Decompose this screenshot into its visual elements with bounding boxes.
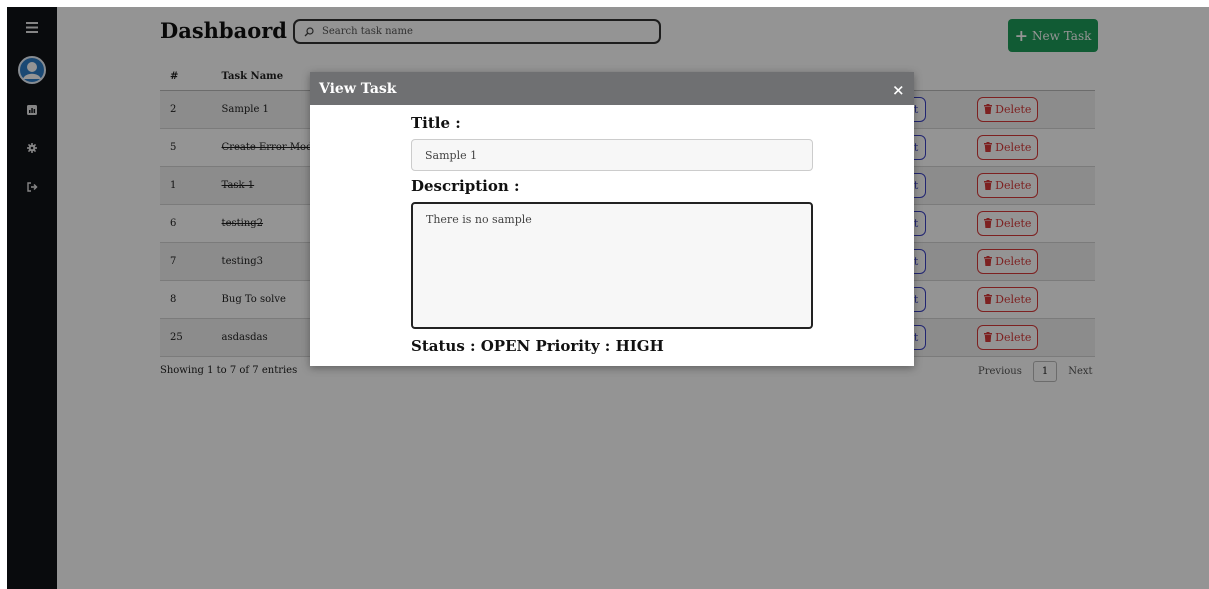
description-label: Description : (411, 177, 520, 195)
description-field[interactable]: There is no sample (411, 202, 813, 329)
view-task-modal: View Task × Title : Description : There … (310, 72, 914, 366)
close-icon[interactable]: × (892, 83, 905, 98)
app-window: Dashbaord + New Task # Task Name 2Sample… (7, 7, 1209, 589)
modal-header: View Task × (310, 72, 914, 105)
title-field[interactable] (411, 139, 813, 171)
modal-title: View Task (319, 81, 397, 97)
title-label: Title : (411, 114, 461, 132)
status-priority-text: Status : OPEN Priority : HIGH (411, 337, 664, 355)
